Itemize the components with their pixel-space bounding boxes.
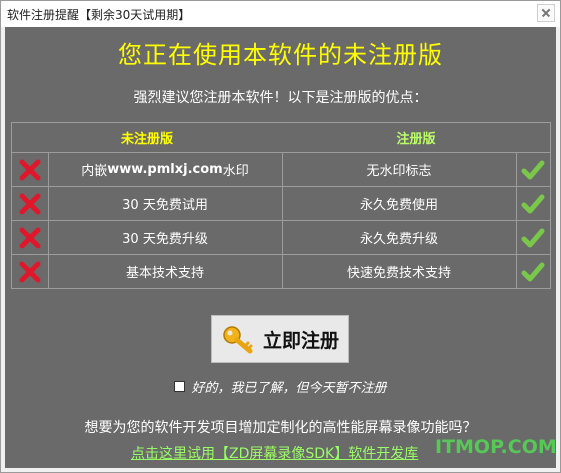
- unregistered-feature: 30 天免费升级: [122, 232, 208, 247]
- sdk-trial-link[interactable]: 点击这里试用【ZD屏幕录像SDK】软件开发库: [131, 443, 418, 463]
- registered-header: 注册版: [282, 123, 550, 152]
- table-row: 内嵌 www.pmlxj.com 水印 无水印标志: [12, 153, 550, 187]
- window-title: 软件注册提醒【剩余30天试用期】: [7, 8, 191, 22]
- unregistered-feature: 基本技术支持: [125, 266, 204, 281]
- comparison-table: 未注册版 注册版 内嵌 www.pmlxj.com 水印 无水印标志 30 天免…: [11, 122, 551, 289]
- table-row: 基本技术支持 快速免费技术支持: [12, 255, 550, 288]
- check-icon: [516, 221, 550, 254]
- dismiss-today-option[interactable]: 好的，我已了解，但今天暂不注册: [5, 377, 556, 396]
- unregistered-feature: 内嵌 www.pmlxj.com 水印: [48, 153, 282, 186]
- feature-suffix: 水印: [222, 164, 249, 179]
- dismiss-checkbox-label[interactable]: 好的，我已了解，但今天暂不注册: [191, 377, 386, 396]
- feature-prefix: 内嵌: [81, 164, 108, 179]
- registered-feature: 永久免费升级: [359, 232, 438, 247]
- key-icon: [223, 326, 253, 354]
- subheading: 强烈建议您注册本软件！以下是注册版的优点：: [133, 90, 428, 106]
- check-icon: [516, 187, 550, 220]
- register-now-button[interactable]: 立即注册: [211, 315, 349, 363]
- unregistered-header: 未注册版: [12, 123, 282, 152]
- cross-icon: [12, 255, 48, 288]
- check-icon: [516, 153, 550, 186]
- unregistered-feature: 30 天免费试用: [122, 198, 208, 213]
- sdk-question: 想要为您的软件开发项目增加定制化的高性能屏幕录像功能吗？: [84, 420, 477, 436]
- registered-feature: 无水印标志: [366, 164, 432, 179]
- cross-icon: [12, 153, 48, 186]
- register-button-label: 立即注册: [262, 329, 339, 352]
- table-row: 30 天免费升级 永久免费升级: [12, 221, 550, 255]
- cross-icon: [12, 187, 48, 220]
- registered-feature: 快速免费技术支持: [346, 266, 451, 281]
- dismiss-checkbox[interactable]: [174, 381, 186, 392]
- site-watermark: ITMOP.COM: [435, 436, 557, 458]
- table-header-row: 未注册版 注册版: [12, 123, 550, 153]
- registered-feature: 永久免费使用: [359, 198, 438, 213]
- headline: 您正在使用本软件的未注册版: [118, 41, 443, 69]
- content-panel: 您正在使用本软件的未注册版 强烈建议您注册本软件！以下是注册版的优点： 未注册版…: [5, 27, 557, 468]
- check-icon: [516, 255, 550, 288]
- table-row: 30 天免费试用 永久免费使用: [12, 187, 550, 221]
- website-url: www.pmlxj.com: [107, 162, 223, 177]
- registration-reminder-window: 软件注册提醒【剩余30天试用期】 您正在使用本软件的未注册版 强烈建议您注册本软…: [0, 0, 561, 473]
- close-button[interactable]: [537, 4, 555, 22]
- cross-icon: [12, 221, 48, 254]
- title-bar[interactable]: 软件注册提醒【剩余30天试用期】: [1, 1, 560, 27]
